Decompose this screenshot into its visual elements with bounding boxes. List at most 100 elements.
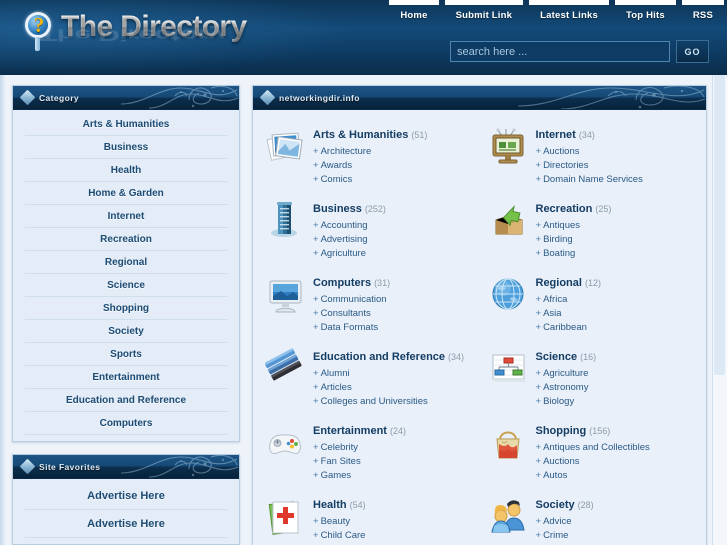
category-block-business: Business (252) + Accounting + Advertising +… bbox=[257, 194, 480, 268]
category-title[interactable]: Arts & Humanities bbox=[313, 129, 408, 141]
site-logo-text: The Directory bbox=[61, 10, 247, 43]
subcategory-link[interactable]: + Agriculture bbox=[313, 248, 386, 259]
subcategory-link[interactable]: + Africa bbox=[536, 294, 601, 305]
advertise-here-link-2[interactable]: Advertise Here bbox=[25, 510, 227, 538]
filigree-swirl-icon bbox=[120, 86, 239, 109]
nav-item-latest-links[interactable]: Latest Links bbox=[526, 0, 612, 26]
category-title[interactable]: Computers bbox=[313, 277, 371, 289]
subcategory-link[interactable]: + Accounting bbox=[313, 220, 386, 231]
subcategory-link[interactable]: + Antiques and Collectibles bbox=[536, 442, 650, 453]
tab-top-indicator bbox=[389, 0, 439, 5]
subcategory-link[interactable]: + Crime bbox=[536, 530, 594, 541]
subcategory-link[interactable]: + Games bbox=[313, 470, 406, 481]
sidebar-item-society[interactable]: Society bbox=[25, 320, 227, 343]
subcategory-label: Architecture bbox=[320, 146, 372, 157]
sidebar-item-arts-humanities[interactable]: Arts & Humanities bbox=[25, 113, 227, 136]
sidebar-item-internet[interactable]: Internet bbox=[25, 205, 227, 228]
category-heading: Shopping (156) bbox=[536, 421, 650, 439]
advertise-here-link-1[interactable]: Advertise Here bbox=[25, 482, 227, 510]
subcategory-link[interactable]: + Communication bbox=[313, 294, 390, 305]
subcategory-label: Boating bbox=[543, 248, 576, 259]
subcategory-link[interactable]: + Birding bbox=[536, 234, 612, 245]
subcategory-label: Alumni bbox=[320, 368, 350, 379]
subcategory-link[interactable]: + Fan Sites bbox=[313, 456, 406, 467]
subcategory-link[interactable]: + Child Care bbox=[313, 530, 371, 541]
site-logo[interactable]: ? The Directory bbox=[22, 10, 247, 56]
page-scrollbar[interactable] bbox=[712, 75, 727, 545]
subcategory-link[interactable]: + Comics bbox=[313, 174, 427, 185]
nav-item-submit-link[interactable]: Submit Link bbox=[442, 0, 527, 26]
category-title[interactable]: Entertainment bbox=[313, 425, 387, 437]
sidebar-item-shopping[interactable]: Shopping bbox=[25, 297, 227, 320]
sidebar-item-education-and-reference[interactable]: Education and Reference bbox=[25, 389, 227, 412]
subcategory-link[interactable]: + Auctions bbox=[536, 456, 650, 467]
sidebar-item-business[interactable]: Business bbox=[25, 136, 227, 159]
plus-icon: + bbox=[313, 322, 319, 333]
subcategory-link[interactable]: + Advice bbox=[536, 516, 594, 527]
nav-item-label: RSS bbox=[692, 10, 713, 21]
filigree-swirl-icon bbox=[517, 86, 706, 109]
subcategory-label: Agriculture bbox=[543, 368, 589, 379]
category-title[interactable]: Internet bbox=[536, 129, 576, 141]
search-go-button[interactable]: GO bbox=[676, 40, 709, 63]
nav-item-home[interactable]: Home bbox=[386, 0, 441, 26]
subcategory-link[interactable]: + Autos bbox=[536, 470, 650, 481]
subcategory-link[interactable]: + Celebrity bbox=[313, 442, 406, 453]
category-title[interactable]: Society bbox=[536, 499, 575, 511]
gamepad-icon bbox=[265, 422, 307, 464]
subcategory-link[interactable]: + Colleges and Universities bbox=[313, 396, 464, 407]
monitor-antenna-icon bbox=[488, 126, 530, 168]
subcategory-link[interactable]: + Auctions bbox=[536, 146, 643, 157]
subcategory-link[interactable]: + Domain Name Services bbox=[536, 174, 643, 185]
category-block-regional: Regional (12) + Africa + Asia + Caribbean bbox=[480, 268, 703, 342]
subcategory-label: Asia bbox=[543, 308, 562, 319]
subcategory-link[interactable]: + Caribbean bbox=[536, 322, 601, 333]
photos-icon bbox=[265, 126, 307, 168]
subcategory-link[interactable]: + Asia bbox=[536, 308, 601, 319]
sidebar-item-entertainment[interactable]: Entertainment bbox=[25, 366, 227, 389]
plus-icon: + bbox=[535, 146, 542, 157]
subcategory-link[interactable]: + Data Formats bbox=[313, 322, 390, 333]
subcategory-link[interactable]: + Boating bbox=[536, 248, 612, 259]
sidebar-item-health[interactable]: Health bbox=[25, 159, 227, 182]
subcategory-link[interactable]: + Consultants bbox=[313, 308, 390, 319]
subcategory-link[interactable]: + Directories bbox=[536, 160, 643, 171]
subcategory-link[interactable]: + Agriculture bbox=[536, 368, 597, 379]
nav-item-top-hits[interactable]: Top Hits bbox=[612, 0, 679, 26]
main-navigation[interactable]: Home Submit Link Latest Links Top Hits R… bbox=[386, 0, 727, 26]
category-title[interactable]: Health bbox=[313, 499, 347, 511]
sidebar-item-computers[interactable]: Computers bbox=[25, 412, 227, 435]
search-input[interactable] bbox=[450, 41, 670, 62]
subcategory-link[interactable]: + Advertising bbox=[313, 234, 386, 245]
subcategory-label: Antiques and Collectibles bbox=[543, 442, 650, 453]
search-area[interactable]: GO bbox=[450, 40, 709, 63]
category-count: (24) bbox=[389, 426, 406, 436]
sidebar-item-science[interactable]: Science bbox=[25, 274, 227, 297]
subcategory-link[interactable]: + Beauty bbox=[313, 516, 371, 527]
category-title[interactable]: Business bbox=[313, 203, 362, 215]
plus-icon: + bbox=[535, 308, 542, 319]
sidebar-item-home-garden[interactable]: Home & Garden bbox=[25, 182, 227, 205]
scrollbar-thumb[interactable] bbox=[714, 75, 725, 375]
subcategory-label: Auctions bbox=[543, 146, 580, 157]
sidebar-item-sports[interactable]: Sports bbox=[25, 343, 227, 366]
category-title[interactable]: Regional bbox=[536, 277, 582, 289]
category-title[interactable]: Science bbox=[536, 351, 578, 363]
subcategory-link[interactable]: + Antiques bbox=[536, 220, 612, 231]
subcategory-link[interactable]: + Articles bbox=[313, 382, 464, 393]
subcategory-link[interactable]: + Astronomy bbox=[536, 382, 597, 393]
subcategory-link[interactable]: + Architecture bbox=[313, 146, 427, 157]
subcategory-link[interactable]: + Alumni bbox=[313, 368, 464, 379]
org-chart-icon bbox=[488, 348, 530, 390]
nav-item-rss[interactable]: RSS bbox=[679, 0, 727, 26]
category-title[interactable]: Recreation bbox=[536, 203, 593, 215]
category-title[interactable]: Shopping bbox=[536, 425, 587, 437]
subcategory-link[interactable]: + Awards bbox=[313, 160, 427, 171]
category-heading: Arts & Humanities (51) bbox=[313, 125, 427, 143]
plus-icon: + bbox=[535, 248, 542, 259]
category-title[interactable]: Education and Reference bbox=[313, 351, 445, 363]
sidebar-item-recreation[interactable]: Recreation bbox=[25, 228, 227, 251]
subcategory-link[interactable]: + Biology bbox=[536, 396, 597, 407]
sidebar-item-regional[interactable]: Regional bbox=[25, 251, 227, 274]
people-icon bbox=[488, 496, 530, 538]
